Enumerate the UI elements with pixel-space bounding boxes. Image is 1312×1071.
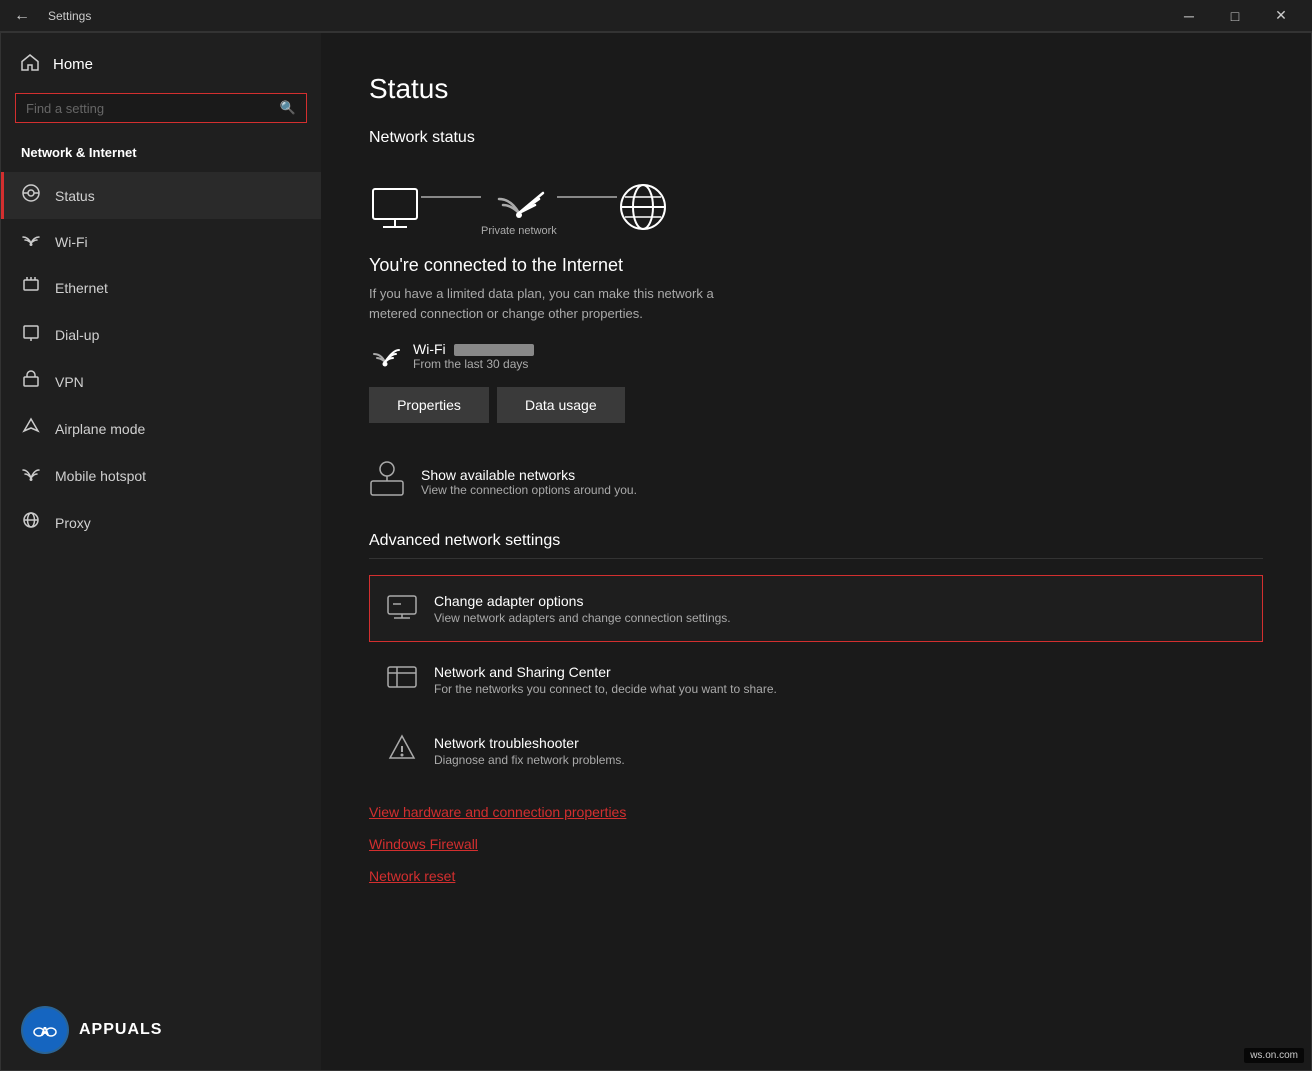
sidebar-label-hotspot: Mobile hotspot <box>55 468 146 484</box>
close-button[interactable]: ✕ <box>1258 0 1304 32</box>
window-controls: ─ □ ✕ <box>1166 0 1304 32</box>
connected-title: You're connected to the Internet <box>369 255 1263 276</box>
sidebar-home-button[interactable]: Home <box>1 41 321 87</box>
hotspot-icon <box>21 464 41 487</box>
sidebar-label-status: Status <box>55 188 95 204</box>
sidebar-label-dialup: Dial-up <box>55 327 99 343</box>
link-0[interactable]: View hardware and connection properties <box>369 796 1263 828</box>
sidebar-label-vpn: VPN <box>55 374 84 390</box>
show-networks-option[interactable]: Show available networks View the connect… <box>369 451 1263 512</box>
sidebar-label-airplane: Airplane mode <box>55 421 145 437</box>
sidebar-item-ethernet[interactable]: Ethernet <box>1 264 321 311</box>
data-usage-button[interactable]: Data usage <box>497 387 625 423</box>
proxy-icon <box>21 511 41 534</box>
main-content: Status Network status <box>321 33 1311 1070</box>
back-button[interactable]: ← <box>8 2 36 30</box>
minimize-button[interactable]: ─ <box>1166 0 1212 32</box>
computer-node <box>369 185 421 229</box>
adv-item-troubleshooter[interactable]: Network troubleshooter Diagnose and fix … <box>369 717 1263 784</box>
line1 <box>421 196 481 198</box>
sidebar-item-airplane[interactable]: Airplane mode <box>1 405 321 452</box>
sidebar-item-proxy[interactable]: Proxy <box>1 499 321 546</box>
adv-item-sharing-center[interactable]: Network and Sharing Center For the netwo… <box>369 646 1263 713</box>
change-adapter-title[interactable]: Change adapter options <box>434 593 731 609</box>
sidebar-item-dialup[interactable]: Dial-up <box>1 311 321 358</box>
airplane-icon <box>21 417 41 440</box>
sidebar-item-vpn[interactable]: VPN <box>1 358 321 405</box>
troubleshooter-title[interactable]: Network troubleshooter <box>434 735 625 751</box>
show-networks-title[interactable]: Show available networks <box>421 467 637 483</box>
private-network-label: Private network <box>481 225 557 237</box>
advanced-items: Change adapter options View network adap… <box>369 575 1263 784</box>
sidebar-item-status[interactable]: Status <box>1 172 321 219</box>
status-icon <box>21 184 41 207</box>
wifi-node: Private network <box>481 177 557 237</box>
adv-item-change-adapter[interactable]: Change adapter options View network adap… <box>369 575 1263 642</box>
connected-sub: If you have a limited data plan, you can… <box>369 284 1263 323</box>
troubleshooter-sub: Diagnose and fix network problems. <box>434 753 625 767</box>
search-box: 🔍 <box>15 93 307 123</box>
networks-icon <box>369 461 405 502</box>
network-status-title: Network status <box>369 129 1263 147</box>
maximize-button[interactable]: □ <box>1212 0 1258 32</box>
advanced-title: Advanced network settings <box>369 532 1263 550</box>
watermark: ws.on.com <box>1244 1048 1304 1063</box>
logo-text: APPUALS <box>79 1021 162 1039</box>
link-1[interactable]: Windows Firewall <box>369 828 1263 860</box>
sidebar: Home 🔍 Network & Internet Status Wi-Fi E… <box>1 33 321 1070</box>
titlebar: ← Settings ─ □ ✕ <box>0 0 1312 32</box>
app-container: Home 🔍 Network & Internet Status Wi-Fi E… <box>0 32 1312 1071</box>
wifi-icon <box>21 231 41 252</box>
search-icon: 🔍 <box>280 100 296 116</box>
sidebar-logo: A APPUALS <box>1 990 321 1070</box>
sharing-center-title[interactable]: Network and Sharing Center <box>434 664 777 680</box>
wifi-name: Wi-Fi <box>413 341 534 357</box>
search-input[interactable] <box>26 101 272 116</box>
wifi-ssid-blurred <box>454 344 534 356</box>
link-2[interactable]: Network reset <box>369 860 1263 892</box>
sidebar-section-title: Network & Internet <box>1 137 321 172</box>
sharing-center-icon <box>386 661 418 698</box>
app-title: Settings <box>48 9 91 23</box>
ethernet-icon <box>21 276 41 299</box>
sidebar-label-proxy: Proxy <box>55 515 91 531</box>
logo-image: A <box>21 1006 69 1054</box>
dialup-icon <box>21 323 41 346</box>
wifi-period: From the last 30 days <box>413 357 534 371</box>
divider <box>369 558 1263 559</box>
wifi-row: Wi-Fi From the last 30 days <box>369 341 1263 371</box>
troubleshooter-icon <box>386 732 418 769</box>
sidebar-item-wifi[interactable]: Wi-Fi <box>1 219 321 264</box>
line2 <box>557 196 617 198</box>
sidebar-nav: Status Wi-Fi Ethernet Dial-up VPN Airpla… <box>1 172 321 546</box>
globe-node <box>617 181 669 233</box>
network-graphic: Private network <box>369 167 1263 247</box>
home-label: Home <box>53 56 93 73</box>
sidebar-label-ethernet: Ethernet <box>55 280 108 296</box>
show-networks-sub: View the connection options around you. <box>421 483 637 497</box>
page-title: Status <box>369 73 1263 105</box>
sidebar-label-wifi: Wi-Fi <box>55 234 88 250</box>
action-buttons: Properties Data usage <box>369 387 1263 423</box>
home-icon <box>21 53 39 75</box>
change-adapter-icon <box>386 590 418 627</box>
vpn-icon <box>21 370 41 393</box>
change-adapter-sub: View network adapters and change connect… <box>434 611 731 625</box>
sidebar-item-hotspot[interactable]: Mobile hotspot <box>1 452 321 499</box>
links-list: View hardware and connection propertiesW… <box>369 796 1263 892</box>
properties-button[interactable]: Properties <box>369 387 489 423</box>
sharing-center-sub: For the networks you connect to, decide … <box>434 682 777 696</box>
